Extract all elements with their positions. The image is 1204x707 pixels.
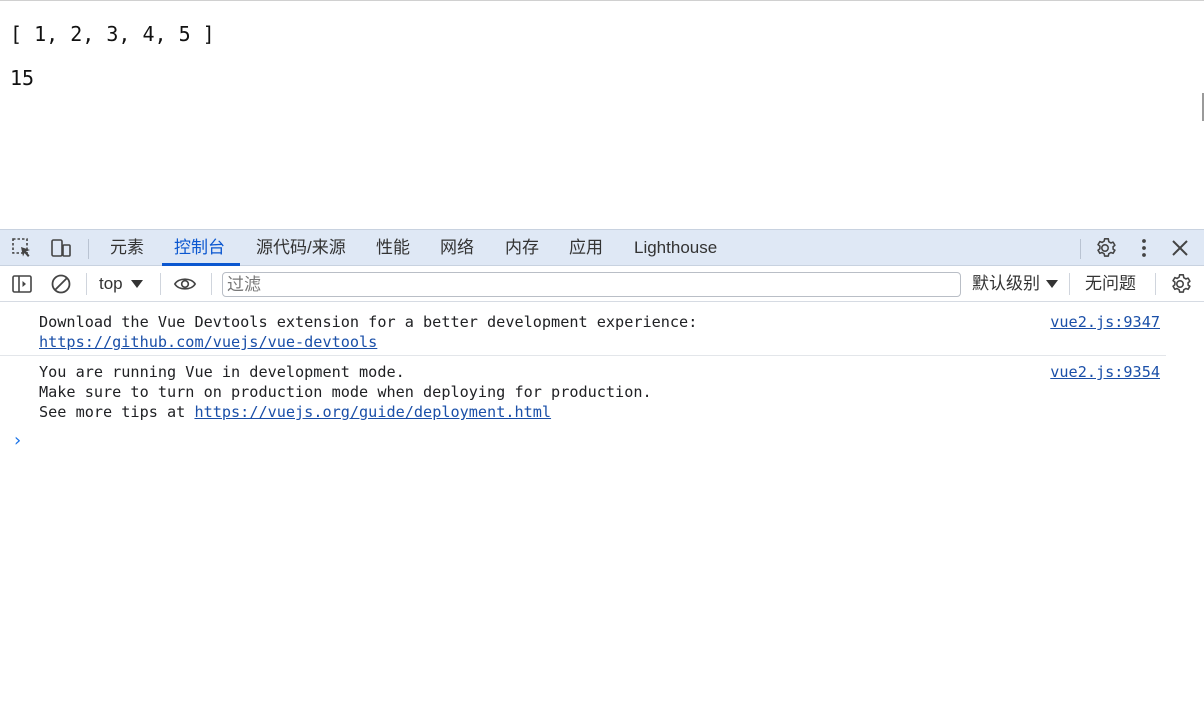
message-line: Make sure to turn on production mode whe… xyxy=(39,383,652,401)
page-output-sum: 15 xyxy=(10,66,35,90)
console-prompt-chevron-icon[interactable]: › xyxy=(14,430,21,451)
console-message: You are running Vue in development mode.… xyxy=(0,362,1166,426)
toolbar-divider xyxy=(1069,273,1070,295)
toolbar-divider xyxy=(86,273,87,295)
chevron-down-icon xyxy=(1046,280,1058,288)
tab-performance[interactable]: 性能 xyxy=(374,230,412,266)
tabbar-divider xyxy=(88,239,89,259)
tab-network[interactable]: 网络 xyxy=(438,230,476,266)
toolbar-divider xyxy=(211,273,212,295)
console-message-text: Download the Vue Devtools extension for … xyxy=(39,312,697,352)
devtools-tabbar: 元素 控制台 源代码/来源 性能 网络 内存 应用 Lighthouse xyxy=(0,229,1204,266)
toolbar-divider xyxy=(160,273,161,295)
tab-application[interactable]: 应用 xyxy=(567,230,605,266)
console-message-text: You are running Vue in development mode.… xyxy=(39,362,652,422)
issues-button[interactable]: 无问题 xyxy=(1085,266,1136,302)
console-toolbar: top 默认级别 无问题 xyxy=(0,266,1204,302)
message-line: Download the Vue Devtools extension for … xyxy=(39,313,698,331)
tab-sources[interactable]: 源代码/来源 xyxy=(254,230,348,266)
devtools-link[interactable]: https://github.com/vuejs/vue-devtools xyxy=(39,333,377,351)
log-levels-label: 默认级别 xyxy=(972,274,1040,293)
clear-console-icon[interactable] xyxy=(49,272,73,296)
eye-icon[interactable] xyxy=(173,272,197,296)
page-viewport: [ 1, 2, 3, 4, 5 ] 15 xyxy=(0,0,1204,229)
tabbar-divider-right xyxy=(1080,239,1081,259)
tab-console[interactable]: 控制台 xyxy=(172,230,227,266)
chevron-down-icon xyxy=(130,280,143,288)
message-line: You are running Vue in development mode. xyxy=(39,363,405,381)
close-icon[interactable] xyxy=(1169,237,1191,259)
device-toolbar-icon[interactable] xyxy=(50,237,72,259)
more-vert-icon[interactable] xyxy=(1133,237,1155,259)
console-settings-icon[interactable] xyxy=(1168,272,1192,296)
toolbar-divider xyxy=(1155,273,1156,295)
sidebar-toggle-icon[interactable] xyxy=(10,272,34,296)
filter-input[interactable] xyxy=(222,272,961,297)
tab-memory[interactable]: 内存 xyxy=(503,230,541,266)
console-output: Download the Vue Devtools extension for … xyxy=(0,302,1204,707)
settings-gear-icon[interactable] xyxy=(1094,237,1116,259)
tab-lighthouse[interactable]: Lighthouse xyxy=(632,230,719,266)
page-output-array: [ 1, 2, 3, 4, 5 ] xyxy=(10,22,215,46)
source-link[interactable]: vue2.js:9354 xyxy=(1050,362,1160,382)
tab-elements[interactable]: 元素 xyxy=(108,230,146,266)
message-line-prefix: See more tips at xyxy=(39,403,195,421)
context-selector[interactable]: top xyxy=(99,266,143,302)
devtools-panel: 元素 控制台 源代码/来源 性能 网络 内存 应用 Lighthouse top… xyxy=(0,229,1204,707)
deployment-guide-link[interactable]: https://vuejs.org/guide/deployment.html xyxy=(194,403,551,421)
log-levels-dropdown[interactable]: 默认级别 xyxy=(972,266,1058,302)
context-label: top xyxy=(99,274,123,293)
inspect-element-icon[interactable] xyxy=(11,237,33,259)
source-link[interactable]: vue2.js:9347 xyxy=(1050,312,1160,332)
console-message: Download the Vue Devtools extension for … xyxy=(0,312,1166,356)
